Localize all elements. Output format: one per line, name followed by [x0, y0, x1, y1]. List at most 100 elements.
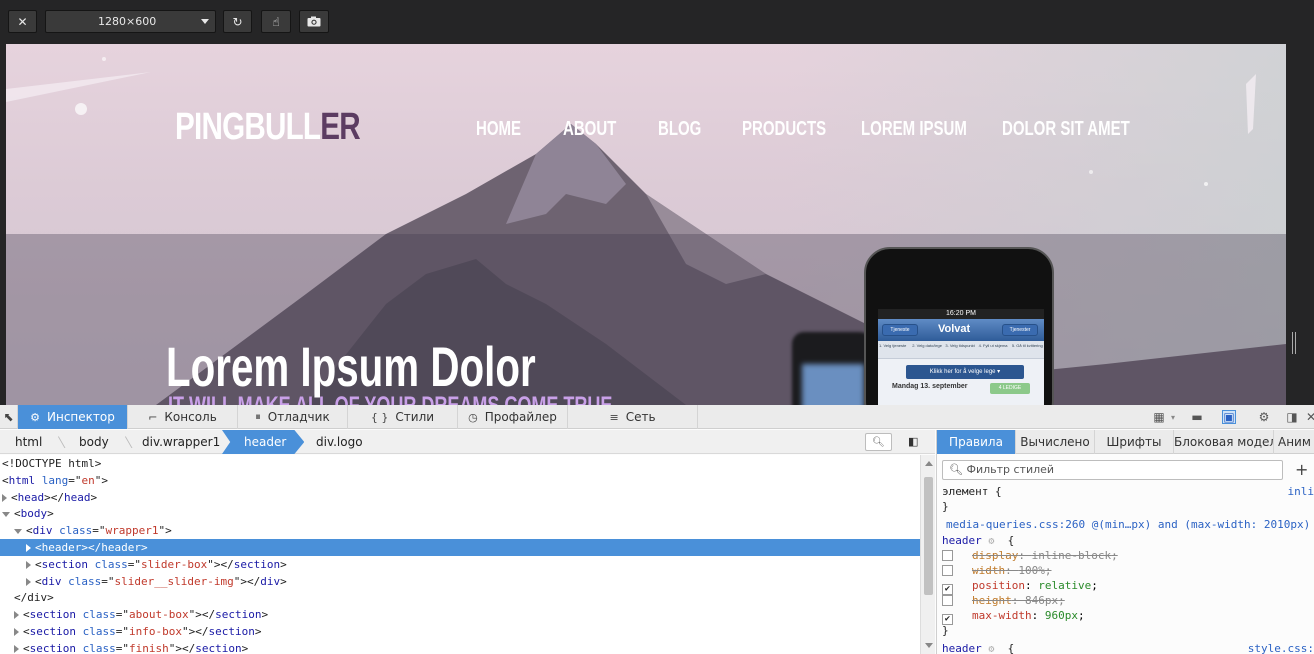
rules-sidebar: Правила Вычислено Шрифты Блоковая модель… — [936, 430, 1314, 654]
property-value[interactable]: inline-block — [1032, 549, 1111, 562]
debugger-icon: ⏸ — [255, 410, 261, 423]
frame-select-icon[interactable]: ▦ — [1152, 410, 1166, 424]
tab-debugger[interactable]: ⏸ Отладчик — [238, 405, 348, 429]
css-declaration[interactable]: height: 846px; — [942, 593, 1065, 608]
tab-label: Сеть — [625, 410, 656, 424]
filter-styles-input[interactable]: 🔍︎ Фильтр стилей — [942, 460, 1283, 480]
tab-fonts[interactable]: Шрифты — [1095, 430, 1174, 454]
expand-toggle-icon[interactable] — [14, 528, 22, 534]
breadcrumb-item[interactable]: div.wrapper1 — [142, 430, 220, 454]
css-declaration[interactable]: ✔ max-width: 960px; — [942, 608, 1085, 625]
breadcrumb-item[interactable]: div.logo — [316, 430, 363, 454]
markup-node[interactable]: <div class="wrapper1"> — [0, 522, 920, 539]
markup-scrollbar[interactable] — [920, 455, 935, 654]
tab-rules[interactable]: Правила — [937, 430, 1016, 454]
viewport-size-select[interactable]: 1280×600 — [45, 10, 216, 33]
tab-network[interactable]: ≡ Сеть — [568, 405, 698, 429]
responsive-mode-icon[interactable]: ▣ — [1222, 410, 1236, 424]
markup-node-selected[interactable]: <header></header> — [0, 539, 920, 556]
nav-item-products[interactable]: PRODUCTS — [742, 118, 826, 141]
tab-label: Стили — [395, 410, 435, 424]
tab-box-model[interactable]: Блоковая модель — [1174, 430, 1274, 454]
phone-cta: Klikk her for å velge lege ▾ — [906, 365, 1024, 379]
markup-node[interactable]: <section class="finish"></section> — [0, 640, 920, 654]
property-name[interactable]: position — [972, 579, 1025, 592]
markup-node[interactable]: <html lang="en"> — [0, 472, 920, 489]
property-name[interactable]: width — [972, 564, 1005, 577]
markup-node[interactable]: <body> — [0, 505, 920, 522]
tab-profiler[interactable]: ◷ Профайлер — [458, 405, 568, 429]
markup-view: <!DOCTYPE html> <html lang="en"> <head></h… — [0, 455, 920, 654]
property-name[interactable]: height — [972, 594, 1012, 607]
rotate-button[interactable]: ↻ — [223, 10, 252, 33]
tab-inspector[interactable]: ⚙ Инспектор — [18, 405, 128, 429]
phone-steps: 1. Velg tjeneste 2. Velg dato/lege 3. Ve… — [878, 341, 1044, 359]
pick-element-button[interactable]: ⬉ — [0, 405, 18, 429]
devtools-toolbar: ⬉ ⚙ Инспектор ⌐ Консоль ⏸ Отладчик { } С… — [0, 405, 1314, 429]
markup-node[interactable]: <head></head> — [0, 489, 920, 506]
expand-toggle-icon[interactable] — [26, 577, 31, 586]
nav-item-home[interactable]: HOME — [476, 118, 521, 141]
property-value[interactable]: relative — [1038, 579, 1091, 592]
expand-toggle-icon[interactable] — [14, 611, 19, 620]
hero-title: Lorem Ipsum Dolor — [166, 335, 536, 398]
declaration-toggle-checkbox[interactable] — [942, 565, 953, 576]
nav-item-about[interactable]: ABOUT — [563, 118, 616, 141]
selector-highlighter-icon[interactable]: ⚙ — [988, 644, 994, 654]
tab-computed[interactable]: Вычислено — [1016, 430, 1095, 454]
property-value[interactable]: 960px — [1045, 609, 1078, 622]
media-query-source[interactable]: media-queries.css:260 @(min…px) and (max… — [946, 517, 1310, 532]
nav-item-lorem-ipsum[interactable]: LOREM IPSUM — [861, 118, 967, 141]
tab-console[interactable]: ⌐ Консоль — [128, 405, 238, 429]
breadcrumb-item-selected[interactable]: header — [222, 430, 305, 454]
gear-icon[interactable]: ⚙ — [1257, 410, 1271, 424]
expand-toggle-icon[interactable] — [14, 644, 19, 653]
expand-toggle-icon[interactable] — [26, 544, 31, 552]
phone-right-button: Tjenester — [1002, 324, 1038, 336]
toggle-sidebar-icon[interactable]: ◧ — [908, 435, 922, 449]
declaration-toggle-checkbox[interactable] — [942, 550, 953, 561]
property-value[interactable]: 100% — [1018, 564, 1045, 577]
markup-node[interactable]: <!DOCTYPE html> — [0, 455, 920, 472]
expand-toggle-icon[interactable] — [26, 560, 31, 569]
markup-search-button[interactable]: 🔍︎ — [865, 433, 892, 451]
tab-style-editor[interactable]: { } Стили — [348, 405, 458, 429]
expand-toggle-icon[interactable] — [2, 511, 10, 517]
site-nav: HOME ABOUT BLOG PRODUCTS LOREM IPSUM DOL… — [6, 118, 1286, 148]
nav-item-dolor-sit-amet[interactable]: DOLOR SIT AMET — [1002, 118, 1130, 141]
css-declaration[interactable]: ✔ position: relative; — [942, 578, 1098, 595]
property-value[interactable]: 846px — [1025, 594, 1058, 607]
breadcrumb-item[interactable]: body — [79, 430, 109, 454]
markup-node-text: <div class="wrapper1"> — [26, 524, 172, 538]
element-rule-source[interactable]: inli — [1288, 484, 1314, 499]
property-name[interactable]: max-width — [972, 609, 1032, 622]
close-icon[interactable]: ✕ — [1304, 410, 1314, 424]
css-declaration[interactable]: display: inline-block; — [942, 548, 1118, 563]
screenshot-button[interactable] — [299, 10, 329, 33]
expand-toggle-icon[interactable] — [2, 493, 7, 502]
tab-animations[interactable]: Аним — [1274, 430, 1314, 454]
close-rdm-button[interactable]: ✕ — [8, 10, 37, 33]
hero-subtitle: IT WILL MAKE ALL OF YOUR DREAMS COME TRU… — [168, 392, 612, 405]
declaration-toggle-checkbox[interactable] — [942, 595, 953, 606]
add-rule-button[interactable]: + — [1295, 460, 1308, 480]
viewport-resize-handle[interactable] — [1292, 332, 1296, 354]
markup-node[interactable]: <section class="about-box"></section> — [0, 606, 920, 623]
devtools-panel: ⬉ ⚙ Инспектор ⌐ Консоль ⏸ Отладчик { } С… — [0, 405, 1314, 654]
property-name[interactable]: display — [972, 549, 1018, 562]
nav-item-blog[interactable]: BLOG — [658, 118, 701, 141]
markup-node[interactable]: <section class="info-box"></section> — [0, 623, 920, 640]
phone-step: 4. Fyll ut skjema — [978, 343, 1008, 348]
markup-node[interactable]: <section class="slider-box"></section> — [0, 556, 920, 573]
markup-node[interactable]: <div class="slider__slider-img"></div> — [0, 573, 920, 590]
expand-toggle-icon[interactable] — [14, 628, 19, 636]
second-rule-source[interactable]: style.css: — [1248, 641, 1314, 654]
dock-side-icon[interactable]: ◨ — [1285, 410, 1299, 424]
css-declaration[interactable]: width: 100%; — [942, 563, 1052, 578]
split-console-icon[interactable]: ▬ — [1190, 410, 1204, 424]
page-viewport: PINGBULLER HOME ABOUT BLOG PRODUCTS LORE… — [6, 44, 1286, 405]
selector-highlighter-icon[interactable]: ⚙ — [988, 536, 994, 547]
touch-simulation-button[interactable]: ☝ — [261, 10, 291, 33]
breadcrumb-item[interactable]: html — [15, 430, 42, 454]
markup-node[interactable]: </div> — [0, 589, 920, 606]
